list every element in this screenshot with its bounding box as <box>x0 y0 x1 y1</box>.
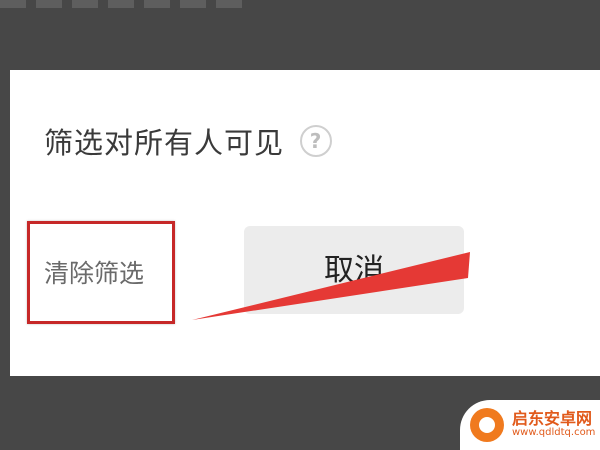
dialog-title-row: 筛选对所有人可见 ? <box>44 120 333 162</box>
watermark-name: 启东安卓网 <box>512 409 593 429</box>
question-circle-icon[interactable]: ? <box>300 125 333 157</box>
screen: 筛选对所有人可见 ? 清除筛选 取消 启东安卓网 www.qdldtq.com <box>0 0 600 450</box>
cut-off-header-text <box>0 0 320 12</box>
dialog-title: 筛选对所有人可见 <box>44 126 285 160</box>
watermark-text: 启东安卓网 www.qdldtq.com <box>512 411 595 438</box>
filter-visibility-dialog: 筛选对所有人可见 ? 清除筛选 取消 <box>10 70 600 376</box>
watermark-url: www.qdldtq.com <box>512 427 596 439</box>
site-watermark: 启东安卓网 www.qdldtq.com <box>460 400 600 450</box>
cancel-button[interactable]: 取消 <box>244 226 464 314</box>
watermark-logo-icon <box>470 408 504 442</box>
annotation-highlight-box <box>27 221 175 324</box>
